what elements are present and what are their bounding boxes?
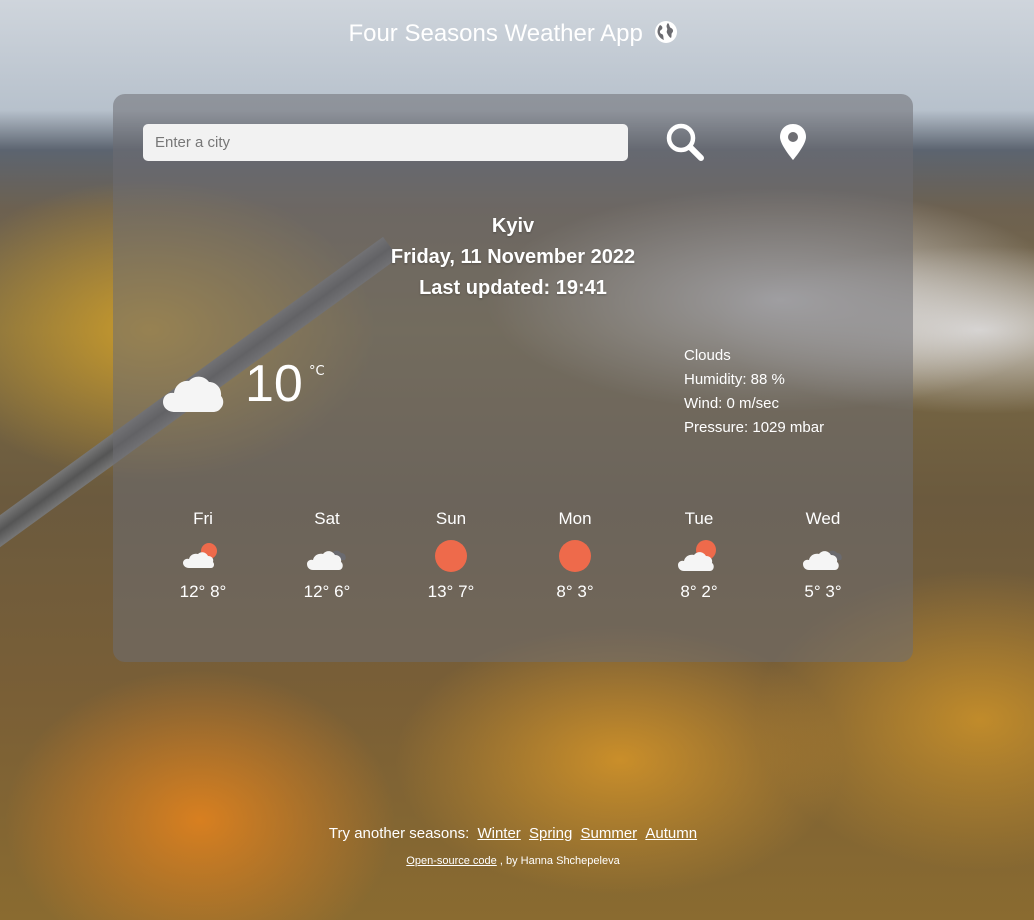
forecast-max: 8° <box>680 582 697 601</box>
author-credit: , by Hanna Shchepeleva <box>499 855 620 867</box>
forecast-min: 3° <box>825 582 842 601</box>
weather-details: Clouds Humidity: 88 % Wind: 0 m/sec Pres… <box>684 344 824 440</box>
location-pin-icon <box>780 124 806 160</box>
forecast-temps: 8° 2° <box>637 580 761 604</box>
sun-icon <box>435 540 467 572</box>
cloud-icon <box>163 376 224 412</box>
forecast-min: 8° <box>210 582 227 601</box>
city-search-input[interactable] <box>143 124 628 161</box>
forecast-day-name: Fri <box>193 509 213 528</box>
forecast-day: Sun 13° 7° <box>389 504 513 624</box>
forecast-temps: 12° 8° <box>141 580 265 604</box>
forecast-day: Wed 5° 3° <box>761 504 885 624</box>
wind: Wind: 0 m/sec <box>684 395 780 412</box>
partly-cloudy-sun-icon <box>678 540 716 571</box>
weather-panel: Kyiv Friday, 11 November 2022 Last updat… <box>113 94 913 662</box>
search-button[interactable] <box>663 120 707 164</box>
open-source-link[interactable]: Open-source code <box>406 855 497 867</box>
forecast-max: 12° <box>179 582 206 601</box>
forecast-max: 8° <box>556 582 573 601</box>
forecast-day-name: Mon <box>558 509 592 528</box>
humidity: Humidity: 88 % <box>684 371 785 388</box>
forecast-temps: 5° 3° <box>761 580 885 604</box>
location-info: Kyiv Friday, 11 November 2022 Last updat… <box>113 211 913 304</box>
last-updated: Last updated: 19:41 <box>419 277 607 299</box>
forecast-temps: 8° 3° <box>513 580 637 604</box>
season-links-label: Try another seasons: <box>328 825 470 842</box>
partly-cloudy-sun-icon <box>183 543 217 568</box>
forecast-day: Mon 8° 3° <box>513 504 637 624</box>
forecast-min: 6° <box>334 582 351 601</box>
forecast-temps: 13° 7° <box>389 580 513 604</box>
footer: Try another seasons: Winter Spring Summe… <box>0 824 1026 867</box>
sun-icon <box>559 540 591 572</box>
current-date: Friday, 11 November 2022 <box>390 246 636 268</box>
season-link-winter[interactable]: Winter <box>477 825 520 842</box>
season-links: Try another seasons: Winter Spring Summe… <box>0 824 1026 844</box>
app-title: Four Seasons Weather App <box>0 20 1026 48</box>
pressure: Pressure: 1029 mbar <box>684 419 825 436</box>
season-link-autumn[interactable]: Autumn <box>645 825 697 842</box>
current-location-button[interactable] <box>771 120 815 164</box>
season-link-spring[interactable]: Spring <box>529 825 572 842</box>
forecast-min: 2° <box>701 582 718 601</box>
cloud-icon <box>803 550 842 570</box>
globe-icon <box>654 21 677 43</box>
weather-description: Clouds <box>684 347 731 364</box>
forecast-min: 7° <box>458 582 475 601</box>
credits: Open-source code , by Hanna Shchepeleva <box>0 855 1026 867</box>
current-temperature: 10 <box>245 355 303 413</box>
season-link-summer[interactable]: Summer <box>581 825 638 842</box>
forecast-min: 3° <box>577 582 594 601</box>
forecast-day: Fri 12° 8° <box>141 504 265 624</box>
forecast-temps: 12° 6° <box>265 580 389 604</box>
forecast-max: 12° <box>303 582 330 601</box>
temperature-unit: °C <box>309 364 325 379</box>
forecast-day: Sat 12° 6° <box>265 504 389 624</box>
forecast-day-name: Wed <box>805 509 841 528</box>
forecast-day-name: Sat <box>314 509 340 528</box>
cloud-icon <box>307 550 346 570</box>
forecast-max: 5° <box>804 582 821 601</box>
forecast-day: Tue 8° 2° <box>637 504 761 624</box>
forecast-list: Fri 12° 8° Sat 12° 6° Sun 13° 7° Mon 8° … <box>141 504 885 624</box>
search-icon <box>666 123 704 161</box>
app-title-text: Four Seasons Weather App <box>348 20 643 47</box>
forecast-max: 13° <box>427 582 454 601</box>
forecast-day-name: Tue <box>684 509 714 528</box>
forecast-day-name: Sun <box>435 509 467 528</box>
city-name: Kyiv <box>491 215 535 237</box>
